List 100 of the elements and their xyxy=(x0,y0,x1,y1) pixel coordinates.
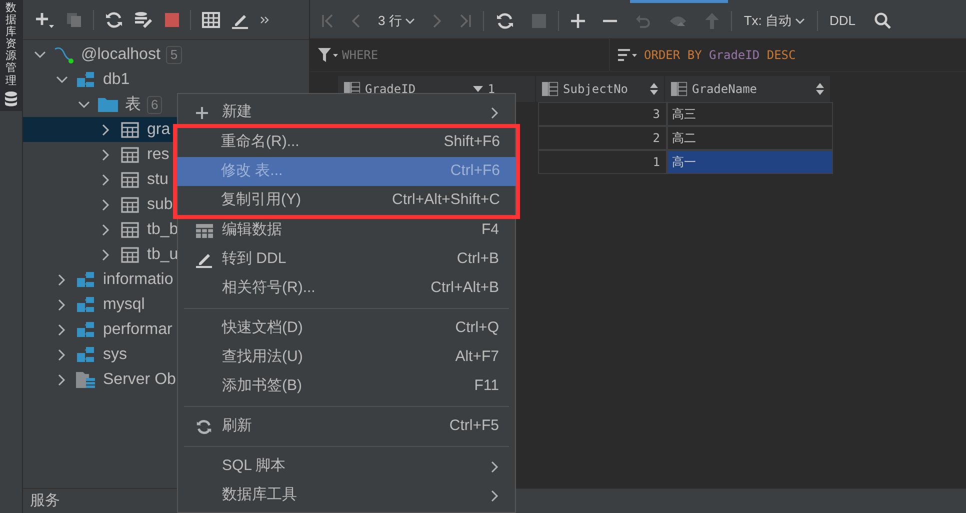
menu-item[interactable]: 添加书签(B) F11 xyxy=(178,372,515,401)
add-icon[interactable] xyxy=(35,10,55,28)
column-header[interactable]: GradeName xyxy=(665,76,831,102)
more-icon[interactable] xyxy=(260,14,270,24)
menu-item[interactable]: 刷新 Ctrl+F5 xyxy=(178,412,515,441)
table-cell[interactable]: 高三 xyxy=(667,102,833,126)
collapse-chevron-icon[interactable] xyxy=(56,76,68,84)
server-folder-icon xyxy=(76,370,96,388)
shortcut-label: F4 xyxy=(481,220,499,240)
folder-icon xyxy=(98,96,118,112)
expand-chevron-icon[interactable] xyxy=(102,174,110,186)
sidebar-tab-label: 数据库资源管理 xyxy=(6,2,16,87)
mysql-dolphin-icon xyxy=(53,46,75,64)
table-cell[interactable]: 高二 xyxy=(667,126,833,150)
tree-item-label: db1 xyxy=(103,70,130,90)
schema-icon xyxy=(77,346,95,362)
refresh-icon[interactable] xyxy=(496,12,514,30)
expand-chevron-icon[interactable] xyxy=(58,324,66,336)
transaction-mode-dropdown[interactable]: Tx: 自动 xyxy=(744,10,805,30)
table-cell[interactable]: 高一 xyxy=(667,150,833,174)
table-icon xyxy=(121,246,139,262)
ddl-button[interactable]: DDL xyxy=(830,10,856,30)
search-icon[interactable] xyxy=(874,12,891,29)
expand-chevron-icon[interactable] xyxy=(102,198,110,210)
table-icon xyxy=(196,224,213,238)
expand-chevron-icon[interactable] xyxy=(58,274,66,286)
shortcut-label: Ctrl+Alt+B xyxy=(430,278,499,298)
count-badge: 5 xyxy=(166,46,182,64)
database-explorer-tab[interactable]: 数据库资源管理 xyxy=(0,0,22,111)
tree-item-label: informatio xyxy=(103,270,174,290)
tree-item-label: gra xyxy=(147,120,170,140)
order-by-clause: ORDER BY GradeID DESC xyxy=(644,47,796,64)
menu-item[interactable]: 编辑数据 F4 xyxy=(178,216,515,245)
expand-chevron-icon[interactable] xyxy=(102,124,110,136)
tree-item[interactable]: @localhost 5 xyxy=(23,42,309,67)
menu-item[interactable]: 相关符号(R)... Ctrl+Alt+B xyxy=(178,274,515,303)
menu-item[interactable]: 转到 DDL Ctrl+B xyxy=(178,245,515,274)
menu-item[interactable]: 复制引用(Y) Ctrl+Alt+Shift+C xyxy=(177,186,516,215)
add-row-icon[interactable] xyxy=(570,14,585,28)
sort-icon xyxy=(618,49,638,61)
table-icon xyxy=(121,122,139,138)
stop-icon[interactable] xyxy=(165,12,179,26)
expand-chevron-icon[interactable] xyxy=(58,374,66,386)
table-icon xyxy=(121,222,139,238)
expand-chevron-icon[interactable] xyxy=(102,224,110,236)
caret-icon xyxy=(794,18,805,24)
shortcut-label: Ctrl+F5 xyxy=(449,416,499,436)
schema-icon xyxy=(77,296,95,312)
plus-icon xyxy=(196,106,208,118)
shortcut-label: Ctrl+F6 xyxy=(450,161,500,182)
shortcut-label: Ctrl+Q xyxy=(455,318,499,338)
tree-item-label: performar xyxy=(103,320,172,340)
database-wrench-icon[interactable] xyxy=(134,10,154,28)
tree-item-label: 表 xyxy=(125,94,141,114)
expand-chevron-icon[interactable] xyxy=(58,298,66,310)
expand-chevron-icon[interactable] xyxy=(102,248,110,260)
row-count-dropdown[interactable]: 3 行 xyxy=(378,10,415,30)
table-icon xyxy=(121,146,139,162)
table-cell: 2 xyxy=(538,126,667,150)
pencil-icon xyxy=(196,252,213,268)
order-by-field[interactable]: ORDER BY GradeID DESC xyxy=(610,39,966,71)
table-cell: 1 xyxy=(538,150,667,174)
table-cell: 3 xyxy=(538,102,667,126)
schema-icon xyxy=(77,272,95,288)
shortcut-label: Alt+F7 xyxy=(455,347,499,368)
refresh-icon xyxy=(196,418,212,434)
tree-item-label: stu xyxy=(147,170,168,190)
shortcut-label: Shift+F6 xyxy=(444,132,500,152)
shortcut-label: Ctrl+Alt+Shift+C xyxy=(392,190,500,210)
services-tab[interactable]: 服务 xyxy=(30,490,60,512)
filter-icon xyxy=(318,48,338,62)
tree-item-label: mysql xyxy=(103,294,145,314)
tree-item-label: sub xyxy=(147,194,173,214)
column-icon xyxy=(542,82,558,96)
collapse-chevron-icon[interactable] xyxy=(34,50,46,58)
schema-icon xyxy=(77,322,95,338)
column-header[interactable]: SubjectNo xyxy=(536,76,665,102)
shortcut-label: Ctrl+B xyxy=(456,249,499,270)
where-filter-field[interactable]: WHERE xyxy=(310,39,610,71)
tree-item-label: tb_u xyxy=(147,244,178,264)
count-badge: 6 xyxy=(147,96,162,114)
where-placeholder: WHERE xyxy=(342,47,378,64)
caret-icon xyxy=(404,18,415,24)
tree-item-label: res xyxy=(147,144,170,164)
menu-item[interactable]: 快速文档(D) Ctrl+Q xyxy=(178,314,515,343)
collapse-chevron-icon[interactable] xyxy=(78,100,90,108)
table-icon[interactable] xyxy=(202,12,220,28)
menu-item[interactable]: 数据库工具 xyxy=(178,481,515,510)
column-icon xyxy=(671,82,687,96)
schema-icon xyxy=(77,72,95,88)
expand-chevron-icon[interactable] xyxy=(58,348,66,360)
menu-item[interactable]: 查找用法(U) Alt+F7 xyxy=(178,343,515,372)
refresh-icon[interactable] xyxy=(105,10,123,28)
expand-chevron-icon[interactable] xyxy=(102,148,110,160)
tree-item-label: Server Ob xyxy=(103,370,176,390)
shortcut-label: F11 xyxy=(474,376,499,396)
table-icon xyxy=(121,196,139,212)
sort-toggle-icon xyxy=(816,83,824,95)
tree-item[interactable]: db1 xyxy=(23,67,309,92)
menu-item[interactable]: SQL 脚本 xyxy=(178,452,515,481)
